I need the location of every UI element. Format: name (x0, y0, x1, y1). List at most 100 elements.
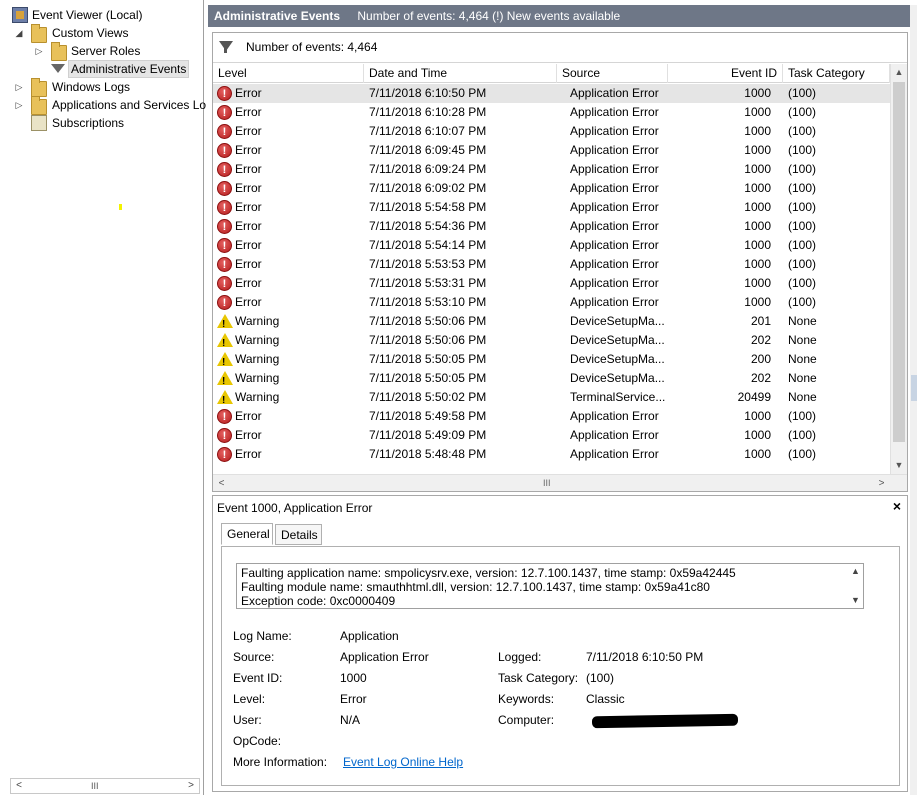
description-line: Faulting application name: smpolicysrv.e… (241, 566, 736, 580)
scroll-down-icon[interactable]: ▼ (891, 457, 907, 474)
table-row[interactable]: Error 7/11/2018 6:09:45 PM Application Err… (213, 141, 890, 161)
tree-item-label: Applications and Services Lo (52, 98, 207, 112)
table-row[interactable]: Warning 7/11/2018 5:50:06 PM DeviceSetupMa… (213, 331, 890, 353)
table-row[interactable]: Error 7/11/2018 5:53:31 PM Application Err… (213, 274, 890, 294)
event-id-cell: 1000 (744, 162, 771, 176)
task-category-cell: (100) (788, 238, 817, 252)
filter-icon (51, 64, 65, 73)
expand-icon[interactable]: ▷ (34, 42, 44, 60)
user-value: N/A (340, 713, 361, 727)
table-row[interactable]: Error 7/11/2018 5:53:10 PM Application Err… (213, 293, 890, 313)
event-id-cell: 1000 (744, 428, 771, 442)
close-icon[interactable]: × (893, 498, 901, 514)
folder-icon (51, 42, 67, 61)
event-description[interactable]: Faulting application name: smpolicysrv.e… (236, 563, 862, 609)
level-cell: Error (235, 200, 262, 214)
date-cell: 7/11/2018 5:54:14 PM (369, 238, 487, 252)
navigation-tree: Event Viewer (Local) ◢ Custom Views ▷ Se… (0, 0, 206, 795)
scroll-grip-icon[interactable]: III (543, 475, 551, 492)
expand-icon[interactable]: ▷ (14, 78, 24, 96)
keywords-label: Keywords: (498, 692, 555, 706)
level-cell: Error (235, 162, 262, 176)
window-edge-scrollbar[interactable] (910, 5, 917, 795)
scroll-thumb[interactable] (911, 375, 917, 401)
event-id-cell: 1000 (744, 105, 771, 119)
date-cell: 7/11/2018 5:54:58 PM (369, 200, 487, 214)
scroll-grip-icon[interactable]: III (91, 779, 99, 793)
table-row[interactable]: Warning 7/11/2018 5:50:02 PM TerminalServi… (213, 388, 890, 410)
level-cell: Error (235, 219, 262, 233)
source-cell: DeviceSetupMa... (570, 314, 665, 328)
table-row[interactable]: Error 7/11/2018 6:09:24 PM Application Err… (213, 160, 890, 180)
scroll-up-icon[interactable]: ▲ (848, 564, 863, 579)
filter-event-count: Number of events: 4,464 (246, 40, 378, 54)
expand-icon[interactable]: ▷ (14, 96, 24, 114)
column-header-date[interactable]: Date and Time (364, 64, 557, 83)
table-row[interactable]: Error 7/11/2018 5:54:36 PM Application Err… (213, 217, 890, 237)
tab-general[interactable]: General (221, 523, 273, 545)
table-row[interactable]: Error 7/11/2018 5:54:58 PM Application Err… (213, 198, 890, 218)
task-category-cell: (100) (788, 200, 817, 214)
source-cell: Application Error (570, 257, 659, 271)
task-category-cell: (100) (788, 124, 817, 138)
filter-icon[interactable] (219, 41, 233, 53)
description-scrollbar[interactable]: ▲ ▼ (848, 563, 864, 609)
tree-item-label: Windows Logs (52, 80, 131, 94)
logged-value: 7/11/2018 6:10:50 PM (586, 650, 704, 664)
events-table: Level Date and Time Source Event ID Task… (213, 64, 890, 474)
scroll-right-icon[interactable]: > (183, 779, 199, 793)
scroll-down-icon[interactable]: ▼ (848, 593, 863, 608)
date-cell: 7/11/2018 5:49:58 PM (369, 409, 487, 423)
column-header-level[interactable]: Level (213, 64, 364, 83)
tree-item-label: Event Viewer (Local) (32, 8, 143, 22)
event-id-cell: 1000 (744, 200, 771, 214)
folder-icon (31, 96, 47, 115)
table-row[interactable]: Error 7/11/2018 6:10:07 PM Application Err… (213, 122, 890, 142)
scroll-left-icon[interactable]: < (11, 779, 27, 793)
date-cell: 7/11/2018 5:50:02 PM (369, 390, 487, 404)
event-id-cell: 1000 (744, 219, 771, 233)
level-cell: Warning (235, 352, 280, 366)
tree-item-label: Subscriptions (52, 116, 125, 130)
event-id-value: 1000 (340, 671, 367, 685)
table-row[interactable]: Error 7/11/2018 6:10:50 PM Application Err… (213, 84, 890, 104)
column-header-task-category[interactable]: Task Category (783, 64, 890, 83)
table-row[interactable]: Warning 7/11/2018 5:50:05 PM DeviceSetupMa… (213, 350, 890, 372)
table-row[interactable]: Error 7/11/2018 5:49:09 PM Application Err… (213, 426, 890, 446)
table-row[interactable]: Warning 7/11/2018 5:50:05 PM DeviceSetupMa… (213, 369, 890, 391)
table-row[interactable]: Error 7/11/2018 6:09:02 PM Application Err… (213, 179, 890, 199)
tree-item-label: Server Roles (71, 44, 141, 58)
table-row[interactable]: Error 7/11/2018 5:49:58 PM Application Err… (213, 407, 890, 427)
tree-horizontal-scrollbar[interactable]: < III > (10, 778, 200, 794)
date-cell: 7/11/2018 5:50:05 PM (369, 371, 487, 385)
event-id-cell: 1000 (744, 86, 771, 100)
event-id-cell: 201 (750, 314, 771, 328)
opcode-label: OpCode: (233, 734, 282, 748)
scroll-right-icon[interactable]: > (873, 475, 890, 492)
table-row[interactable]: Error 7/11/2018 5:54:14 PM Application Err… (213, 236, 890, 256)
subscriptions-icon (31, 115, 47, 131)
table-row[interactable]: Error 7/11/2018 5:53:53 PM Application Err… (213, 255, 890, 275)
table-row[interactable]: Error 7/11/2018 6:10:28 PM Application Err… (213, 103, 890, 123)
event-id-cell: 1000 (744, 143, 771, 157)
scroll-thumb[interactable] (893, 82, 905, 442)
expand-icon[interactable]: ◢ (14, 24, 24, 42)
date-cell: 7/11/2018 5:49:09 PM (369, 428, 487, 442)
table-row[interactable]: Warning 7/11/2018 5:50:06 PM DeviceSetupMa… (213, 312, 890, 334)
scroll-left-icon[interactable]: < (213, 475, 230, 492)
level-cell: Error (235, 238, 262, 252)
scroll-up-icon[interactable]: ▲ (891, 64, 907, 81)
event-log-online-help-link[interactable]: Event Log Online Help (343, 755, 463, 769)
source-cell: Application Error (570, 200, 659, 214)
source-cell: Application Error (570, 219, 659, 233)
tab-details[interactable]: Details (275, 524, 322, 545)
event-id-label: Event ID: (233, 671, 283, 685)
task-category-cell: None (788, 371, 817, 385)
column-header-event-id[interactable]: Event ID (668, 64, 783, 83)
event-count-status: Number of events: 4,464 (!) New events a… (357, 9, 621, 23)
table-horizontal-scrollbar[interactable]: < III > (213, 474, 907, 491)
table-row[interactable]: Error 7/11/2018 5:48:48 PM Application Err… (213, 445, 890, 465)
event-id-cell: 1000 (744, 257, 771, 271)
table-vertical-scrollbar[interactable]: ▲ ▼ (890, 64, 907, 474)
column-header-source[interactable]: Source (557, 64, 668, 83)
